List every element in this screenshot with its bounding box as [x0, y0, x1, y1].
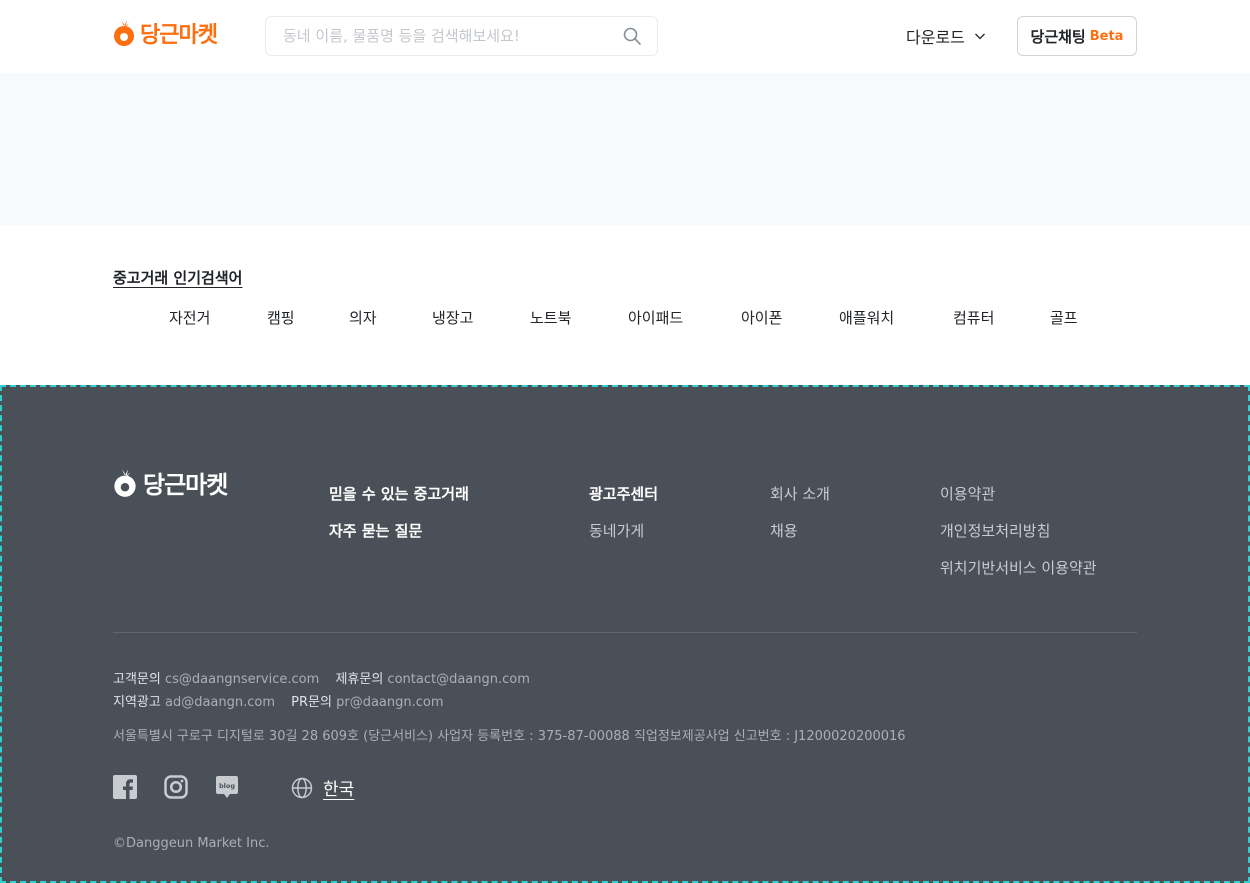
site-header: 당근마켓 다운로드 당근채팅 Beta	[0, 0, 1250, 73]
search-input[interactable]	[266, 17, 611, 55]
popular-keyword[interactable]: 아이패드	[628, 307, 683, 328]
popular-keyword[interactable]: 의자	[349, 307, 377, 328]
contact-email[interactable]: cs@daangnservice.com	[165, 672, 319, 687]
contact-email[interactable]: ad@daangn.com	[165, 695, 275, 710]
search-icon[interactable]	[623, 27, 641, 45]
footer-link-privacy[interactable]: 개인정보처리방침	[940, 520, 1050, 541]
contact-row: 고객문의 cs@daangnservice.com 제휴문의 contact@d…	[113, 668, 542, 687]
company-address: 서울특별시 구로구 디지털로 30길 28 609호 (당근서비스) 사업자 등…	[113, 729, 906, 744]
copyright: ©Danggeun Market Inc.	[113, 836, 270, 851]
footer-divider	[113, 632, 1137, 633]
carrot-logo-icon	[114, 468, 136, 497]
contact-label: 지역광고	[113, 695, 161, 710]
download-label: 다운로드	[906, 28, 965, 47]
popular-searches: 중고거래 인기검색어 자전거 캠핑 의자 냉장고 노트북 아이패드 아이폰 애플…	[0, 225, 1250, 385]
chat-button-label: 당근채팅	[1030, 27, 1086, 46]
footer-link-ad-center[interactable]: 광고주센터	[589, 483, 658, 504]
popular-keyword[interactable]: 자전거	[169, 307, 210, 328]
popular-keyword[interactable]: 컴퓨터	[953, 307, 994, 328]
brand-name: 당근마켓	[140, 23, 218, 48]
contact-label: 고객문의	[113, 672, 161, 687]
footer-logo[interactable]: 당근마켓	[113, 465, 228, 500]
search-box[interactable]	[265, 16, 658, 56]
contact-label: PR문의	[291, 695, 332, 710]
popular-keyword[interactable]: 캠핑	[267, 307, 295, 328]
svg-text:blog: blog	[219, 782, 235, 790]
contact-label: 제휴문의	[335, 672, 384, 687]
popular-keyword[interactable]: 냉장고	[432, 307, 473, 328]
contact-row: 지역광고 ad@daangn.com PR문의 pr@daangn.com	[113, 691, 456, 710]
footer-link-faq[interactable]: 자주 묻는 질문	[329, 520, 422, 541]
carrot-logo-icon	[114, 20, 134, 46]
beta-badge: Beta	[1089, 28, 1124, 44]
popular-keyword[interactable]: 아이폰	[741, 307, 782, 328]
language-selector[interactable]: 한국	[291, 775, 354, 800]
brand-logo[interactable]: 당근마켓	[113, 16, 218, 50]
footer-link-terms[interactable]: 이용약관	[940, 483, 995, 504]
chat-button[interactable]: 당근채팅 Beta	[1017, 16, 1137, 56]
popular-keyword[interactable]: 애플워치	[839, 307, 894, 328]
footer-link-trusted-trade[interactable]: 믿을 수 있는 중고거래	[329, 483, 469, 504]
language-label: 한국	[323, 780, 355, 800]
contact-email[interactable]: contact@daangn.com	[387, 672, 529, 687]
footer-link-careers[interactable]: 채용	[770, 520, 798, 541]
footer-link-local-store[interactable]: 동네가게	[589, 520, 644, 541]
footer-link-about[interactable]: 회사 소개	[770, 483, 830, 504]
banner-area	[0, 73, 1250, 225]
blog-icon[interactable]: blog	[215, 775, 239, 799]
popular-searches-title[interactable]: 중고거래 인기검색어	[113, 267, 242, 288]
instagram-icon[interactable]	[164, 775, 188, 799]
popular-keyword[interactable]: 골프	[1050, 307, 1078, 328]
footer-brand-name: 당근마켓	[143, 471, 228, 499]
site-footer: 당근마켓 믿을 수 있는 중고거래 자주 묻는 질문 광고주센터 동네가게 회사…	[0, 385, 1250, 883]
download-menu[interactable]: 다운로드	[906, 24, 986, 48]
footer-link-location-terms[interactable]: 위치기반서비스 이용약관	[940, 557, 1097, 578]
popular-keyword[interactable]: 노트북	[530, 307, 571, 328]
chevron-down-icon	[974, 33, 985, 40]
facebook-icon[interactable]	[113, 775, 137, 799]
globe-icon	[291, 777, 313, 798]
contact-email[interactable]: pr@daangn.com	[336, 695, 443, 710]
